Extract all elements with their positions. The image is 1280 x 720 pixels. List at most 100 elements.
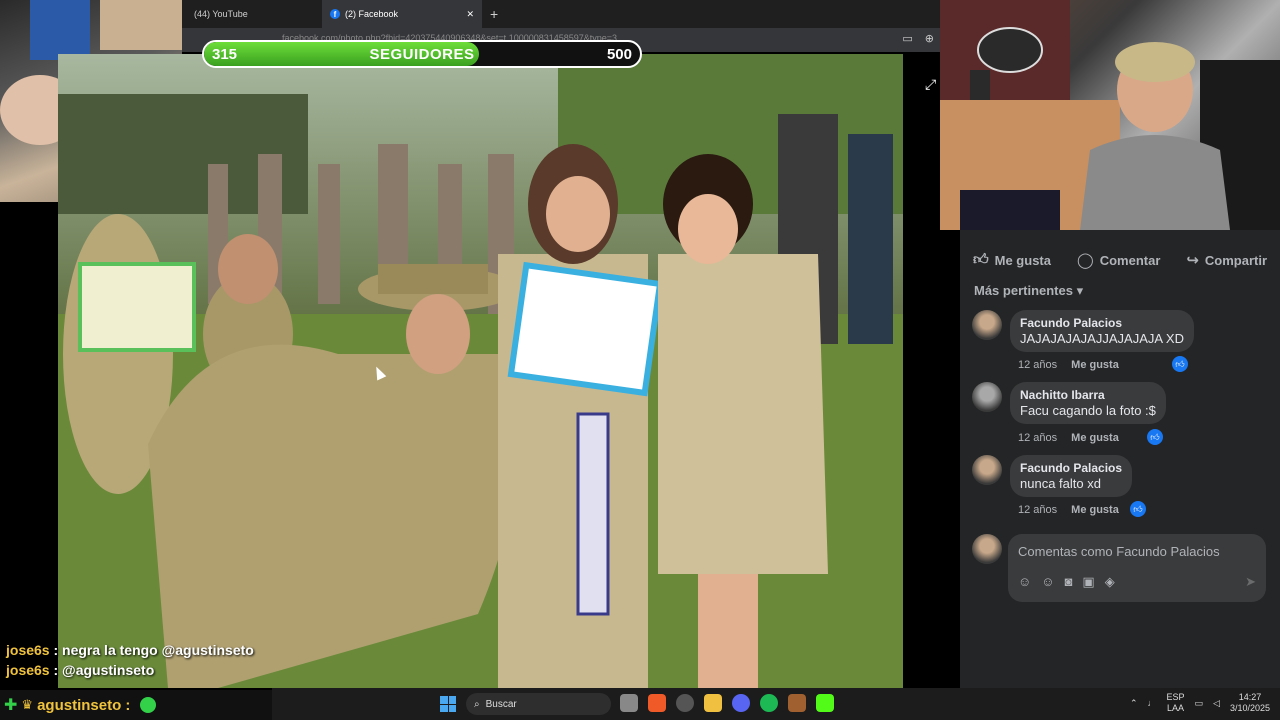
tab-facebook[interactable]: f (2) Facebook ✕ (322, 0, 482, 28)
chevron-down-icon: ▾ (1076, 283, 1084, 298)
tab-youtube-label: (44) YouTube (194, 9, 248, 19)
spotify-icon[interactable] (760, 694, 778, 712)
camera-icon[interactable]: ◙ (1065, 574, 1073, 590)
brave-browser-icon[interactable] (648, 694, 666, 712)
comment-icon: ◯ (1076, 252, 1094, 269)
chevron-up-icon[interactable]: ⌃ (1130, 698, 1138, 709)
cast-icon[interactable]: ▭ (902, 32, 912, 45)
zoom-icon[interactable]: ⊕ (925, 32, 934, 45)
follower-goal: 500 (606, 46, 632, 63)
system-tray: ⌃ ♩ ESP LAA ▭ ◁ 14:27 3/10/2025 (1130, 692, 1270, 714)
chat-message: jose6s : negra la tengo @agustinseto (0, 640, 280, 660)
comment-composer: Comentas como Facundo Palacios ☺ ☺ ◙ ▣ ◈… (972, 534, 1272, 604)
language-top: ESP (1166, 692, 1185, 702)
github-icon[interactable] (676, 694, 694, 712)
send-icon[interactable]: ➤ (1245, 574, 1256, 590)
comment-text: nunca falto xd (1020, 476, 1101, 491)
follower-goal-bar: 315 SEGUIDORES 500 (202, 40, 642, 68)
avatar-sticker-icon[interactable]: ☺ (1018, 574, 1031, 590)
comment-time[interactable]: 12 años (1018, 504, 1057, 516)
chat-text: : @agustinseto (53, 662, 155, 678)
comment-author[interactable]: Facundo Palacios (1020, 461, 1122, 475)
emoji-icon[interactable]: ☺ (1041, 574, 1054, 590)
like-reaction-icon[interactable]: 👍︎ (1147, 429, 1163, 445)
avatar[interactable] (972, 382, 1002, 412)
comment-bubble: Nachitto Ibarra Facu cagando la foto :$ (1010, 382, 1166, 424)
webcam-streamer-image (940, 0, 1280, 230)
share-icon: ↪ (1186, 252, 1199, 269)
crown-badge-icon: ♛ (21, 697, 34, 712)
comment-like-link[interactable]: Me gusta (1071, 359, 1119, 371)
facebook-photo (58, 54, 903, 688)
app-icon[interactable] (788, 694, 806, 712)
task-view-icon[interactable] (620, 694, 638, 712)
comment-placeholder: Comentas como Facundo Palacios (1018, 544, 1220, 559)
taskbar-search-label: Buscar (485, 698, 517, 710)
chat-username: jose6s (6, 642, 50, 658)
language-indicator[interactable]: ESP LAA (1167, 692, 1185, 714)
like-reaction-icon[interactable]: 👍︎ (1172, 356, 1188, 372)
comment-author[interactable]: Facundo Palacios (1020, 316, 1184, 330)
comment-button[interactable]: ◯ Comentar (1077, 251, 1160, 269)
search-icon: ⌕ (474, 698, 480, 710)
chat-input-username: agustinseto : (37, 696, 131, 714)
comment-input[interactable]: Comentas como Facundo Palacios ☺ ☺ ◙ ▣ ◈… (1008, 534, 1266, 602)
follower-label: SEGUIDORES (369, 46, 475, 63)
avatar[interactable] (972, 310, 1002, 340)
gif-icon[interactable]: ▣ (1082, 574, 1094, 590)
avatar[interactable] (972, 534, 1002, 564)
share-button[interactable]: ↪ Compartir (1186, 251, 1267, 269)
like-button[interactable]: 👍︎ Me gusta (973, 251, 1051, 269)
chat-input-bar: ✚ ♛ agustinseto : (0, 690, 272, 720)
webcam-streamer (940, 0, 1280, 230)
thumbs-up-icon: 👍︎ (972, 251, 989, 268)
file-explorer-icon[interactable] (704, 694, 722, 712)
chat-username: jose6s (6, 662, 50, 678)
clock[interactable]: 14:27 3/10/2025 (1230, 692, 1270, 714)
new-tab-icon[interactable]: + (490, 6, 498, 22)
comment-text: JAJAJAJAJAJJAJAJAJA XD (1020, 331, 1184, 346)
windows-start-icon[interactable] (440, 696, 456, 712)
tab-youtube[interactable]: (44) YouTube (186, 0, 256, 28)
clock-time: 14:27 (1238, 692, 1262, 702)
chat-text: : negra la tengo @agustinseto (53, 642, 254, 658)
comment-author[interactable]: Nachitto Ibarra (1020, 388, 1156, 402)
stream-chat: jose6s : negra la tengo @agustinseto jos… (0, 640, 280, 680)
comment-text: Facu cagando la foto :$ (1020, 403, 1156, 418)
windows-taskbar: ⌕ Buscar ⌃ ♩ ESP LAA ▭ ◁ 14:27 3/10/2025 (272, 688, 1280, 720)
comment-bubble: Facundo Palacios nunca falto xd (1010, 455, 1133, 497)
scouts-photo-image (58, 54, 903, 688)
chat-message: jose6s : @agustinseto (0, 660, 280, 680)
discord-icon[interactable] (732, 694, 750, 712)
comment-like-link[interactable]: Me gusta (1071, 504, 1119, 516)
comment-sort-label: Más pertinentes (974, 283, 1073, 298)
sticker-icon[interactable]: ◈ (1105, 574, 1115, 590)
comment-meta: 12 años Me gusta (1018, 432, 1119, 444)
comment-meta: 12 años Me gusta (1018, 359, 1119, 371)
network-icon[interactable]: ▭ (1195, 698, 1204, 709)
comment-sort-dropdown[interactable]: Más pertinentes ▾ (974, 283, 1083, 299)
comment-bubble: Facundo Palacios JAJAJAJAJAJJAJAJAJA XD (1010, 310, 1194, 352)
fullscreen-icon[interactable]: ⤢ (925, 76, 936, 93)
screen: (44) YouTube f (2) Facebook ✕ + facebook… (0, 0, 1280, 720)
comment-time[interactable]: 12 años (1018, 359, 1057, 371)
facebook-comments-panel: 👍︎ Me gusta ◯ Comentar ↪ Compartir Más pert… (960, 230, 1280, 688)
microphone-icon[interactable]: ♩ (1148, 698, 1157, 708)
comment-label: Comentar (1099, 252, 1161, 268)
share-label: Compartir (1204, 252, 1268, 268)
volume-icon[interactable]: ◁ (1213, 698, 1220, 709)
like-reaction-icon[interactable]: 👍︎ (1130, 501, 1146, 517)
comment-time[interactable]: 12 años (1018, 432, 1057, 444)
kick-icon[interactable] (816, 694, 834, 712)
facebook-favicon-icon: f (330, 9, 340, 19)
clock-date: 3/10/2025 (1229, 703, 1270, 713)
language-bottom: LAA (1167, 703, 1185, 713)
avatar[interactable] (972, 455, 1002, 485)
tab-facebook-label: (2) Facebook (345, 9, 399, 19)
comment-meta: 12 años Me gusta (1018, 504, 1119, 516)
close-tab-icon[interactable]: ✕ (466, 9, 474, 20)
like-label: Me gusta (994, 252, 1051, 268)
taskbar-search[interactable]: ⌕ Buscar (466, 693, 611, 715)
comment-like-link[interactable]: Me gusta (1071, 432, 1119, 444)
post-actions: 👍︎ Me gusta ◯ Comentar ↪ Compartir (960, 244, 1280, 276)
